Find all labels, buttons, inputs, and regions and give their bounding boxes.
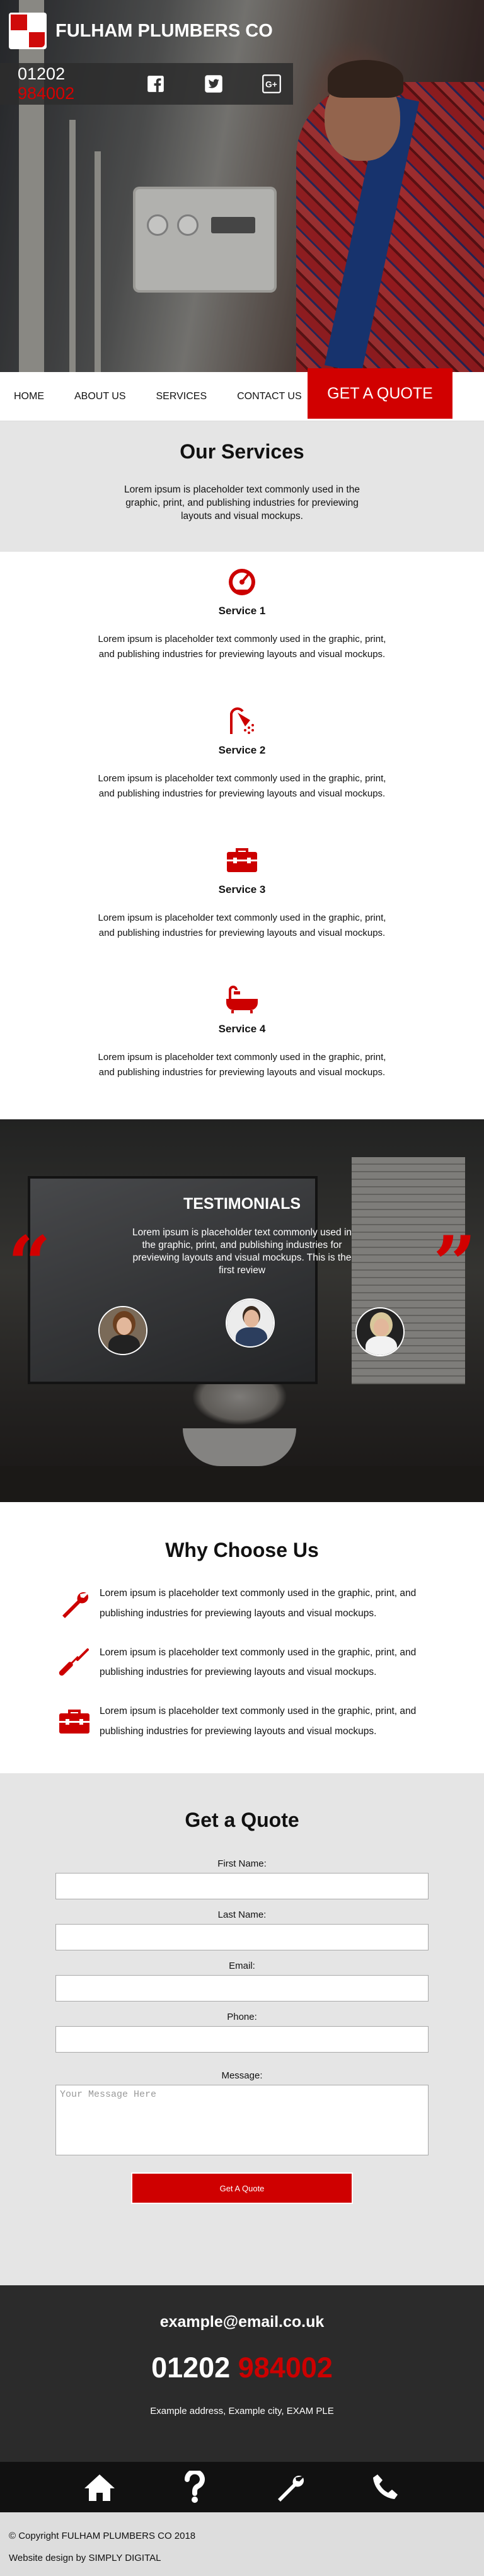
quote-form-section: Get a Quote First Name: Last Name: Email… [0, 1773, 484, 2285]
quote-form-title: Get a Quote [185, 1809, 299, 1831]
service-item: Service 4 Lorem ipsum is placeholder tex… [0, 984, 484, 1119]
header-phone[interactable]: 01202 984002 [18, 64, 122, 103]
phone-field: Phone: [0, 2012, 484, 2053]
service-text: Lorem ipsum is placeholder text commonly… [98, 773, 386, 799]
services-list: Service 1 Lorem ipsum is placeholder tex… [0, 552, 484, 1119]
email-field: Email: [0, 1961, 484, 2002]
question-icon[interactable] [177, 2469, 212, 2505]
service-text: Lorem ipsum is placeholder text commonly… [98, 634, 386, 660]
why-item: Lorem ipsum is placeholder text commonly… [55, 1705, 484, 1742]
facebook-icon[interactable] [146, 74, 166, 94]
nav-about-us[interactable]: ABOUT US [74, 391, 126, 402]
get-a-quote-button[interactable]: GET A QUOTE [308, 368, 452, 419]
why-title: Why Choose Us [165, 1539, 319, 1561]
last-name-input[interactable] [55, 1924, 429, 1950]
phone-input[interactable] [55, 2026, 429, 2053]
service-text: Lorem ipsum is placeholder text commonly… [98, 912, 386, 938]
footer: © Copyright FULHAM PLUMBERS CO 2018 Webs… [0, 2512, 484, 2576]
toolbox-icon [0, 844, 484, 876]
why-text: Lorem ipsum is placeholder text commonly… [100, 1588, 417, 1619]
copyright: © Copyright FULHAM PLUMBERS CO 2018 [9, 2531, 196, 2541]
social-links: G+ [146, 74, 282, 94]
contact-phone[interactable]: 01202 984002 [0, 2352, 484, 2384]
services-title: Our Services [180, 440, 304, 463]
nav-services[interactable]: SERVICES [156, 391, 207, 402]
last-name-field: Last Name: [0, 1909, 484, 1950]
google-plus-icon[interactable]: G+ [262, 74, 282, 94]
design-credit[interactable]: Website design by SIMPLY DIGITAL [9, 2547, 475, 2569]
first-name-input[interactable] [55, 1873, 429, 1899]
nav-contact-us[interactable]: CONTACT US [237, 391, 302, 402]
service-item: Service 2 Lorem ipsum is placeholder tex… [0, 705, 484, 841]
close-quote-icon: ” [432, 1220, 476, 1308]
why-item: Lorem ipsum is placeholder text commonly… [55, 1587, 484, 1624]
avatar[interactable] [355, 1307, 405, 1356]
wrench-icon [55, 1587, 93, 1620]
brand[interactable]: FULHAM PLUMBERS CO [9, 13, 273, 49]
testimonial-text: Lorem ipsum is placeholder text commonly… [132, 1227, 352, 1276]
message-textarea[interactable] [55, 2085, 429, 2155]
service-title: Service 3 [218, 883, 266, 895]
service-item: Service 3 Lorem ipsum is placeholder tex… [0, 844, 484, 980]
phone-icon[interactable] [367, 2469, 403, 2505]
get-a-quote-submit-button[interactable]: Get A Quote [131, 2172, 353, 2204]
wrench-icon[interactable] [272, 2469, 308, 2505]
first-name-label: First Name: [217, 1858, 267, 1869]
bathtub-icon [0, 984, 484, 1015]
email-input[interactable] [55, 1975, 429, 2002]
testimonials-title: TESTIMONIALS [183, 1195, 301, 1213]
message-field: Message: [0, 2070, 484, 2159]
twitter-icon[interactable] [204, 74, 224, 94]
shower-icon [0, 705, 484, 737]
service-item: Service 1 Lorem ipsum is placeholder tex… [0, 566, 484, 701]
why-item: Lorem ipsum is placeholder text commonly… [55, 1646, 484, 1683]
open-quote-icon: “ [8, 1220, 52, 1308]
why-text: Lorem ipsum is placeholder text commonly… [100, 1646, 417, 1678]
service-text: Lorem ipsum is placeholder text commonly… [98, 1052, 386, 1078]
first-name-field: First Name: [0, 1858, 484, 1899]
main-nav: HOME ABOUT US SERVICES CONTACT US GET A … [0, 368, 484, 421]
services-header: Our Services Lorem ipsum is placeholder … [0, 421, 484, 552]
home-icon[interactable] [82, 2469, 117, 2505]
screwdriver-icon [55, 1646, 93, 1679]
phone-label: Phone: [227, 2012, 257, 2022]
toolbox-icon [55, 1705, 93, 1738]
icon-bar [0, 2462, 484, 2512]
message-label: Message: [221, 2070, 263, 2081]
service-title: Service 1 [218, 605, 266, 617]
hero: FULHAM PLUMBERS CO 01202 984002 G+ [0, 0, 484, 372]
service-title: Service 4 [218, 1023, 266, 1035]
email-label: Email: [229, 1961, 255, 1971]
why-choose-us: Why Choose Us Lorem ipsum is placeholder… [0, 1502, 484, 1773]
why-text: Lorem ipsum is placeholder text commonly… [100, 1706, 417, 1737]
phone-bar: 01202 984002 G+ [0, 63, 293, 105]
contact-section: example@email.co.uk 01202 984002 Example… [0, 2285, 484, 2462]
avatar[interactable] [226, 1298, 275, 1348]
brand-name: FULHAM PLUMBERS CO [55, 20, 273, 41]
logo [9, 13, 47, 49]
svg-text:G+: G+ [265, 80, 277, 90]
testimonials-section: TESTIMONIALS “ ” Lorem ipsum is placehol… [0, 1119, 484, 1502]
avatar[interactable] [98, 1306, 147, 1355]
gauge-icon [0, 566, 484, 597]
service-title: Service 2 [218, 744, 266, 756]
last-name-label: Last Name: [217, 1909, 267, 1920]
nav-home[interactable]: HOME [14, 391, 44, 402]
services-intro: Lorem ipsum is placeholder text commonly… [124, 484, 360, 522]
contact-email[interactable]: example@email.co.uk [0, 2313, 484, 2331]
contact-address: Example address, Example city, EXAM PLE [150, 2406, 334, 2416]
